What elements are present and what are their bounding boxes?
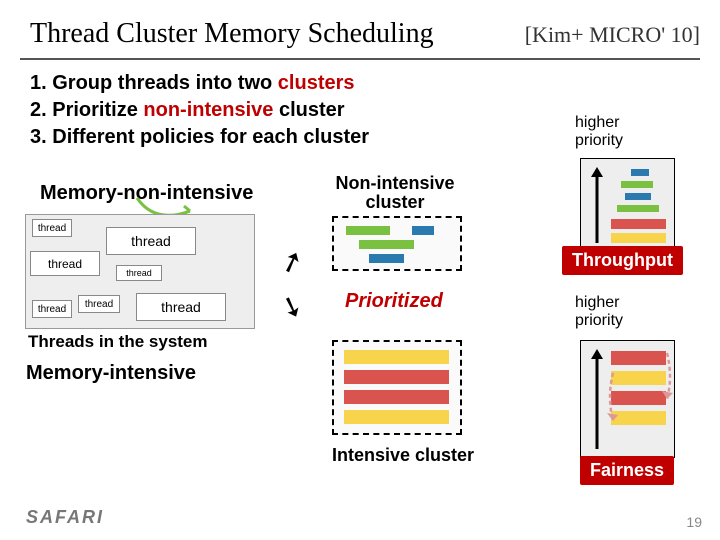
label-intensive-cluster: Intensive cluster [332,445,474,466]
intensive-cluster-box [332,340,462,435]
thread-item: thread [32,300,72,318]
arrow-down-right-icon: ➘ [275,287,309,327]
bullet-2: 2. Prioritize non-intensive cluster [30,97,369,124]
fairness-panel [580,340,675,458]
badge-throughput: Throughput [562,246,683,275]
bar-blue [631,169,649,176]
label-memory-non-intensive: Memory-non-intensive [40,182,253,205]
threads-caption: Threads in the system [28,332,208,352]
bar-green [617,205,659,212]
arrow-up-right-icon: ➚ [275,242,309,282]
bar-blue [625,193,651,200]
page-number: 19 [686,514,702,530]
slide-title: Thread Cluster Memory Scheduling [30,18,434,50]
bar-yellow [611,233,666,243]
label-non-intensive-cluster: Non-intensive cluster [325,174,465,212]
thread-item: thread [106,227,196,255]
thread-item: thread [30,251,100,276]
label-prioritized: Prioritized [345,290,443,313]
bar-green [359,240,414,249]
shuffle-arrows-icon [607,347,673,431]
thread-item: thread [136,293,226,321]
badge-fairness: Fairness [580,456,674,485]
bar-red [344,370,449,384]
label-higher-priority-bottom: higher priority [575,294,623,329]
bullet-3: 3. Different policies for each cluster [30,124,369,151]
bar-blue [412,226,434,235]
label-higher-priority-top: higher priority [575,114,623,149]
bar-blue [369,254,404,263]
up-arrow-icon [589,349,605,449]
label-memory-intensive: Memory-intensive [26,362,196,385]
threads-box: thread thread thread thread thread threa… [25,214,255,329]
brand-logo: SAFARI [26,507,104,528]
bar-yellow [344,410,449,424]
bar-green [346,226,390,235]
bar-red [611,219,666,229]
citation: [Kim+ MICRO' 10] [525,22,700,48]
thread-item: thread [78,295,120,313]
bullet-list: 1. Group threads into two clusters 2. Pr… [30,70,369,151]
bar-red [344,390,449,404]
thread-item: thread [32,219,72,237]
non-intensive-cluster-box [332,216,462,271]
up-arrow-icon [589,167,605,243]
throughput-panel [580,158,675,248]
title-underline [20,58,700,60]
bar-green [621,181,653,188]
thread-item: thread [116,265,162,281]
bullet-1: 1. Group threads into two clusters [30,70,369,97]
bar-yellow [344,350,449,364]
